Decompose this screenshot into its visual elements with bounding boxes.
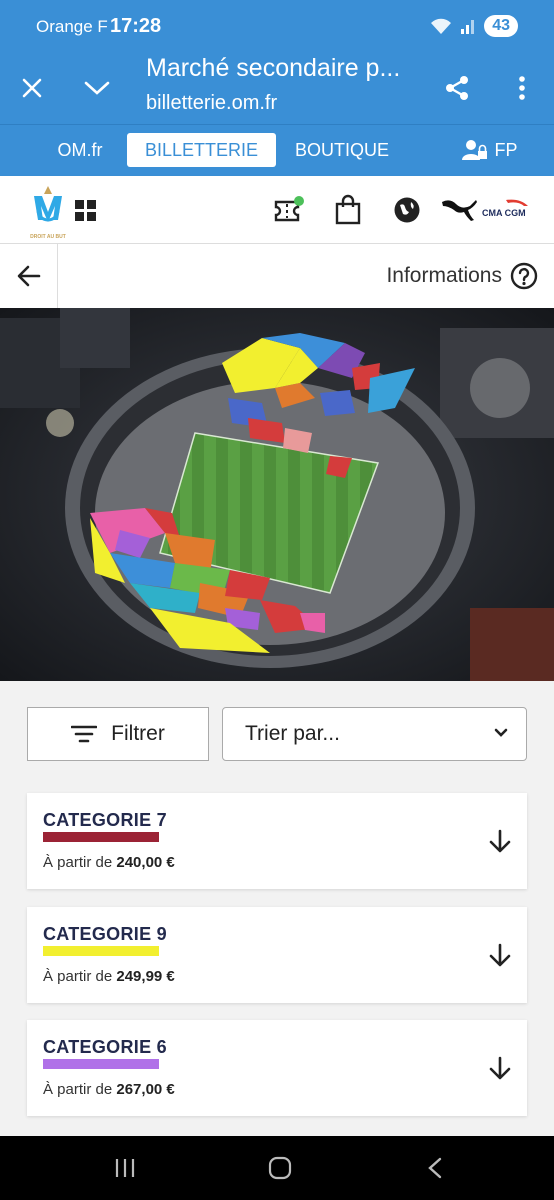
battery-level: 43 bbox=[492, 17, 510, 34]
filter-icon bbox=[71, 725, 98, 743]
page-title: Marché secondaire p... bbox=[146, 54, 401, 82]
account-button[interactable]: FP bbox=[455, 133, 525, 167]
tab-om-fr[interactable]: OM.fr bbox=[40, 133, 120, 167]
arrow-left-icon bbox=[17, 265, 40, 287]
category-card[interactable]: CATEGORIE 7 À partir de 240,00 € bbox=[27, 793, 527, 889]
tab-boutique[interactable]: BOUTIQUE bbox=[290, 133, 394, 167]
more-options-icon[interactable] bbox=[504, 70, 540, 106]
share-icon[interactable] bbox=[439, 70, 475, 106]
category-color-bar bbox=[43, 946, 159, 956]
stadium-seating-map[interactable] bbox=[0, 308, 554, 681]
browser-toolbar: Marché secondaire p... billetterie.om.fr bbox=[0, 54, 554, 124]
system-nav-bar bbox=[0, 1136, 554, 1200]
back-nav-icon[interactable] bbox=[426, 1156, 444, 1180]
cma-cgm-logo: CMA CGM bbox=[480, 198, 530, 227]
filter-label: Filtrer bbox=[111, 722, 165, 745]
category-name: CATEGORIE 9 bbox=[43, 924, 167, 944]
price-prefix: À partir de bbox=[43, 1081, 113, 1098]
category-card[interactable]: CATEGORIE 6 À partir de 267,00 € bbox=[27, 1020, 527, 1116]
chevron-down-icon bbox=[494, 728, 508, 737]
close-icon[interactable] bbox=[14, 70, 50, 106]
category-price: 267,00 € bbox=[116, 1081, 175, 1098]
informations-link[interactable]: Informations bbox=[386, 264, 502, 288]
logo-tagline: DROIT AU BUT bbox=[30, 234, 66, 240]
home-icon[interactable] bbox=[268, 1156, 292, 1180]
account-initials: FP bbox=[494, 140, 518, 160]
tab-billetterie[interactable]: BILLETTERIE bbox=[127, 133, 276, 167]
category-color-bar bbox=[43, 832, 159, 842]
category-card[interactable]: CATEGORIE 9 À partir de 249,99 € bbox=[27, 907, 527, 1003]
info-bar: Informations bbox=[0, 244, 554, 308]
site-header: DROIT AU BUT CMA CGM bbox=[0, 176, 554, 244]
category-price-line: À partir de 267,00 € bbox=[43, 1081, 175, 1098]
price-prefix: À partir de bbox=[43, 968, 113, 985]
category-price-line: À partir de 240,00 € bbox=[43, 854, 175, 871]
system-icons: 43 bbox=[430, 15, 518, 37]
arrow-down-icon[interactable] bbox=[487, 943, 513, 967]
page-url: billetterie.om.fr bbox=[146, 92, 278, 114]
status-bar: Orange F 17:28 43 bbox=[0, 0, 554, 54]
chevron-down-icon[interactable] bbox=[79, 70, 115, 106]
recent-apps-icon[interactable] bbox=[114, 1156, 136, 1180]
category-color-bar bbox=[43, 1059, 159, 1069]
sort-placeholder: Trier par... bbox=[245, 722, 340, 745]
shopping-bag-icon[interactable] bbox=[334, 194, 362, 231]
site-tabs: OM.fr BILLETTERIE BOUTIQUE FP bbox=[0, 124, 554, 176]
om-logo[interactable]: DROIT AU BUT bbox=[26, 184, 70, 243]
ticket-icon[interactable] bbox=[274, 196, 306, 231]
apps-grid-icon[interactable] bbox=[75, 200, 97, 227]
category-price: 240,00 € bbox=[116, 854, 175, 871]
carrier-label: Orange F bbox=[36, 17, 108, 36]
category-price-line: À partir de 249,99 € bbox=[43, 968, 175, 985]
arrow-down-icon[interactable] bbox=[487, 1056, 513, 1080]
category-price: 249,99 € bbox=[116, 968, 175, 985]
wifi-icon bbox=[431, 18, 452, 34]
signal-icon bbox=[461, 20, 475, 34]
clock: 17:28 bbox=[110, 15, 162, 37]
arrow-down-icon[interactable] bbox=[487, 829, 513, 853]
help-icon[interactable] bbox=[510, 262, 538, 295]
category-name: CATEGORIE 7 bbox=[43, 810, 167, 830]
sort-dropdown[interactable]: Trier par... bbox=[222, 707, 527, 761]
price-prefix: À partir de bbox=[43, 854, 113, 871]
battery-indicator: 43 bbox=[484, 15, 518, 37]
user-lock-icon bbox=[462, 140, 488, 160]
globe-icon[interactable] bbox=[393, 196, 421, 229]
puma-logo bbox=[440, 194, 478, 229]
filter-button[interactable]: Filtrer bbox=[27, 707, 209, 761]
category-name: CATEGORIE 6 bbox=[43, 1037, 167, 1057]
sponsor-name: CMA CGM bbox=[482, 208, 526, 218]
back-button[interactable] bbox=[0, 244, 58, 308]
